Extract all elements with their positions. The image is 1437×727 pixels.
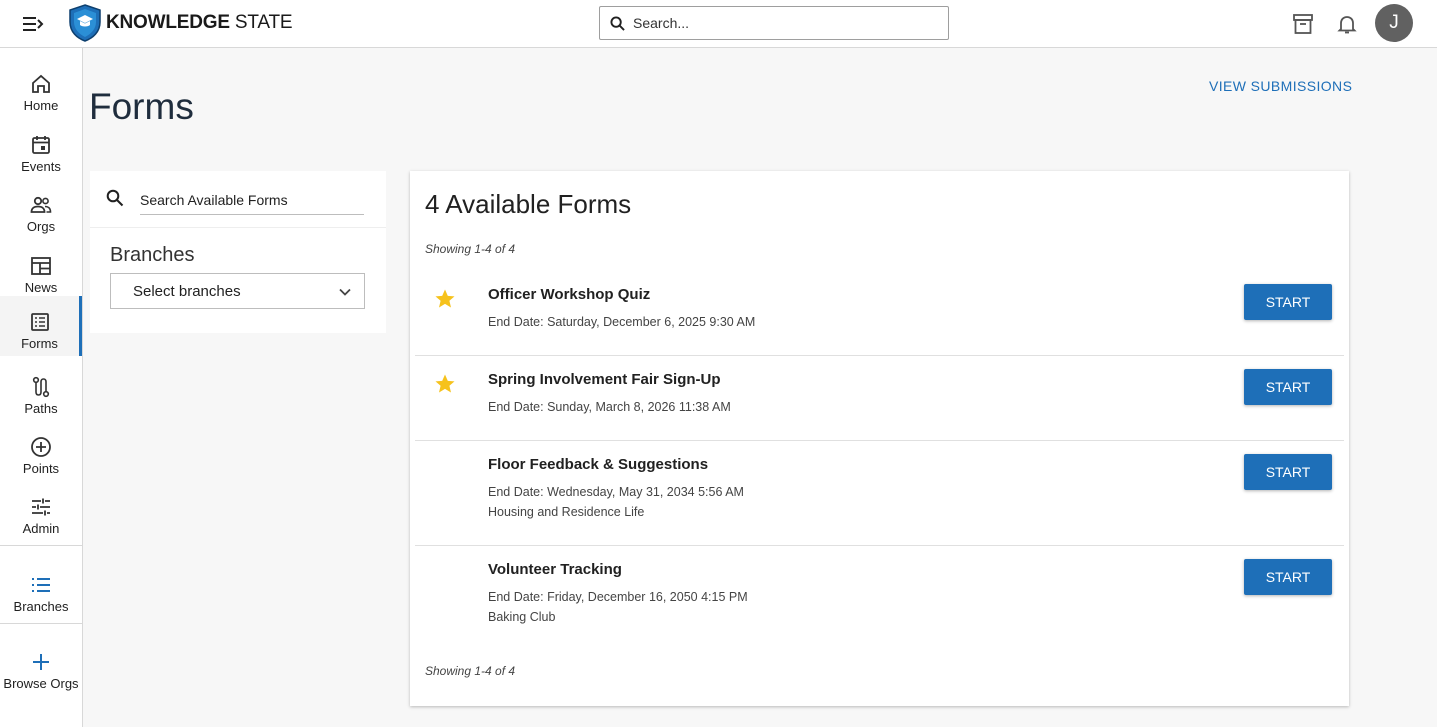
knowledge-state-logo[interactable]: KNOWLEDGE STATE <box>68 4 293 42</box>
view-submissions-link[interactable]: VIEW SUBMISSIONS <box>1209 78 1352 94</box>
branches-select-value: Select branches <box>133 282 241 300</box>
sidebar-item-label: Events <box>21 159 61 174</box>
form-row: Spring Involvement Fair Sign-Up End Date… <box>415 356 1344 441</box>
sidebar-item-paths[interactable]: Paths <box>0 361 82 421</box>
list-icon <box>32 578 50 592</box>
archive-icon[interactable] <box>1291 12 1315 36</box>
user-avatar[interactable]: J <box>1375 4 1413 42</box>
sidebar-item-label: News <box>24 280 58 295</box>
search-icon <box>610 15 625 31</box>
top-bar: KNOWLEDGE STATE J <box>0 0 1437 48</box>
form-row: Floor Feedback & Suggestions End Date: W… <box>415 441 1344 546</box>
sidebar-item-label: Home <box>23 98 59 113</box>
plus-icon <box>33 654 49 670</box>
start-button[interactable]: START <box>1244 284 1332 320</box>
forms-search-input[interactable] <box>140 189 364 215</box>
sidebar-divider <box>0 623 82 624</box>
page-title: Forms <box>89 86 194 127</box>
sidebar-item-orgs[interactable]: Orgs <box>0 179 82 239</box>
news-icon <box>31 257 51 275</box>
sidebar-item-label: Browse Orgs <box>3 676 79 691</box>
sidebar-item-points[interactable]: Points <box>0 421 82 481</box>
form-branch: Housing and Residence Life <box>488 505 645 519</box>
filter-divider <box>90 227 386 228</box>
star-icon[interactable] <box>433 287 457 311</box>
form-row: Volunteer Tracking End Date: Friday, Dec… <box>415 546 1344 646</box>
showing-count-bottom: Showing 1-4 of 4 <box>425 664 516 678</box>
home-icon <box>32 74 50 93</box>
sidebar-item-label: Admin <box>22 521 60 536</box>
form-branch: Baking Club <box>488 610 556 624</box>
forms-icon <box>30 313 49 331</box>
sidebar-item-label: Forms <box>21 336 58 351</box>
menu-toggle-icon[interactable] <box>20 12 44 36</box>
sidebar-item-label: Branches <box>13 599 69 614</box>
sidebar-item-browse-orgs[interactable]: Browse Orgs <box>0 636 82 696</box>
form-row: Officer Workshop Quiz End Date: Saturday… <box>415 271 1344 356</box>
form-name[interactable]: Spring Involvement Fair Sign-Up <box>488 371 721 388</box>
available-forms-card: 4 Available Forms Showing 1-4 of 4 Offic… <box>410 171 1349 706</box>
logo-text-bold: KNOWLEDGE <box>106 12 230 33</box>
logo-text-rest: STATE <box>234 12 293 33</box>
start-button[interactable]: START <box>1244 454 1332 490</box>
paths-icon <box>32 376 50 398</box>
sidebar-divider <box>0 545 82 546</box>
form-end-date: End Date: Saturday, December 6, 2025 9:3… <box>488 315 756 329</box>
bell-icon[interactable] <box>1335 12 1359 36</box>
sliders-icon <box>32 498 50 516</box>
form-name[interactable]: Volunteer Tracking <box>488 561 622 578</box>
form-name[interactable]: Officer Workshop Quiz <box>488 286 650 303</box>
star-icon[interactable] <box>433 372 457 396</box>
sidebar-item-events[interactable]: Events <box>0 119 82 179</box>
filter-panel: Branches Select branches <box>90 171 386 333</box>
branches-heading: Branches <box>110 244 195 266</box>
sidebar-item-news[interactable]: News <box>0 240 82 300</box>
sidebar-item-label: Paths <box>24 401 58 416</box>
sidebar-item-admin[interactable]: Admin <box>0 481 82 541</box>
calendar-icon <box>32 136 50 154</box>
sidebar-nav: Home Events Orgs News Forms Paths Points… <box>0 48 83 727</box>
chevron-down-icon <box>339 288 351 296</box>
logo-text: KNOWLEDGE STATE <box>106 12 293 34</box>
global-search[interactable] <box>599 6 949 40</box>
shield-logo-icon <box>69 4 101 42</box>
form-end-date: End Date: Sunday, March 8, 2026 11:38 AM <box>488 400 731 414</box>
form-name[interactable]: Floor Feedback & Suggestions <box>488 456 708 473</box>
form-end-date: End Date: Friday, December 16, 2050 4:15… <box>488 590 748 604</box>
people-icon <box>30 196 52 213</box>
sidebar-item-home[interactable]: Home <box>0 58 82 118</box>
sidebar-item-label: Points <box>22 461 60 476</box>
form-end-date: End Date: Wednesday, May 31, 2034 5:56 A… <box>488 485 744 499</box>
search-icon <box>106 189 124 207</box>
sidebar-item-label: Orgs <box>26 219 56 234</box>
start-button[interactable]: START <box>1244 559 1332 595</box>
forms-count-title: 4 Available Forms <box>425 189 632 219</box>
global-search-input[interactable] <box>633 15 933 31</box>
forms-search <box>106 189 364 215</box>
plus-circle-icon <box>31 437 51 457</box>
branches-select[interactable]: Select branches <box>110 273 365 309</box>
showing-count-top: Showing 1-4 of 4 <box>425 242 516 256</box>
sidebar-item-branches[interactable]: Branches <box>0 559 82 619</box>
sidebar-item-forms[interactable]: Forms <box>0 296 82 356</box>
start-button[interactable]: START <box>1244 369 1332 405</box>
